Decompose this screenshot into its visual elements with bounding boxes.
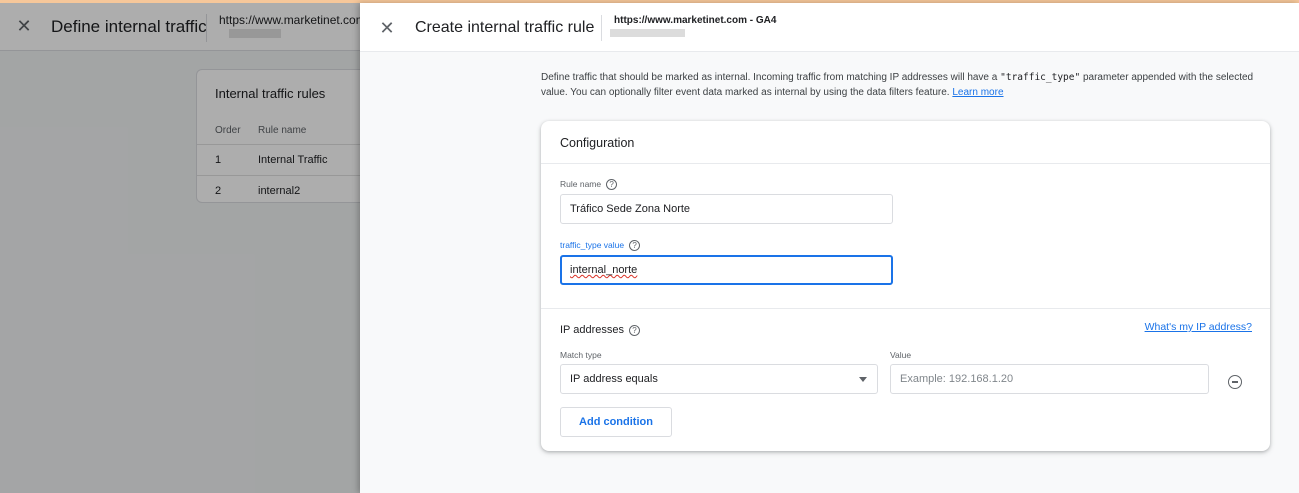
whats-my-ip-link[interactable]: What's my IP address? [1145, 321, 1252, 333]
intro-description: Define traffic that should be marked as … [541, 70, 1281, 100]
intro-code: "traffic_type" [1000, 72, 1081, 83]
traffic-type-input[interactable]: internal_norte [560, 255, 893, 285]
divider [541, 308, 1270, 309]
add-condition-button[interactable]: Add condition [560, 407, 672, 437]
ip-addresses-title: IP addresses? [560, 324, 641, 336]
configuration-title: Configuration [560, 136, 635, 150]
rule-name-label: Rule name? [560, 179, 618, 191]
drawer-title: Create internal traffic rule [415, 19, 595, 36]
help-icon[interactable]: ? [606, 179, 618, 191]
rule-name-input[interactable]: Tráfico Sede Zona Norte [560, 194, 893, 224]
match-type-label: Match type [560, 350, 602, 360]
property-url: https://www.marketinet.com - GA4 [614, 15, 777, 26]
remove-circle-icon[interactable] [1228, 375, 1242, 389]
traffic-type-label: traffic_type value? [560, 240, 641, 252]
drawer-header: ✕ Create internal traffic rule https://w… [360, 3, 1299, 52]
help-icon[interactable]: ? [629, 324, 641, 336]
redacted-property-id [610, 29, 685, 37]
divider [541, 163, 1270, 164]
match-type-select[interactable]: IP address equals [560, 364, 878, 394]
header-divider [601, 15, 602, 41]
create-rule-drawer: ✕ Create internal traffic rule https://w… [360, 3, 1299, 493]
value-label: Value [890, 350, 912, 360]
learn-more-link[interactable]: Learn more [952, 87, 1003, 98]
intro-text: Define traffic that should be marked as … [541, 72, 1001, 83]
configuration-card: Configuration Rule name? Tráfico Sede Zo… [541, 121, 1270, 451]
match-type-value: IP address equals [570, 373, 658, 385]
help-icon[interactable]: ? [629, 240, 641, 252]
ip-value-input[interactable]: Example: 192.168.1.20 [890, 364, 1209, 394]
close-icon[interactable]: ✕ [376, 17, 398, 39]
chevron-down-icon [859, 377, 867, 382]
